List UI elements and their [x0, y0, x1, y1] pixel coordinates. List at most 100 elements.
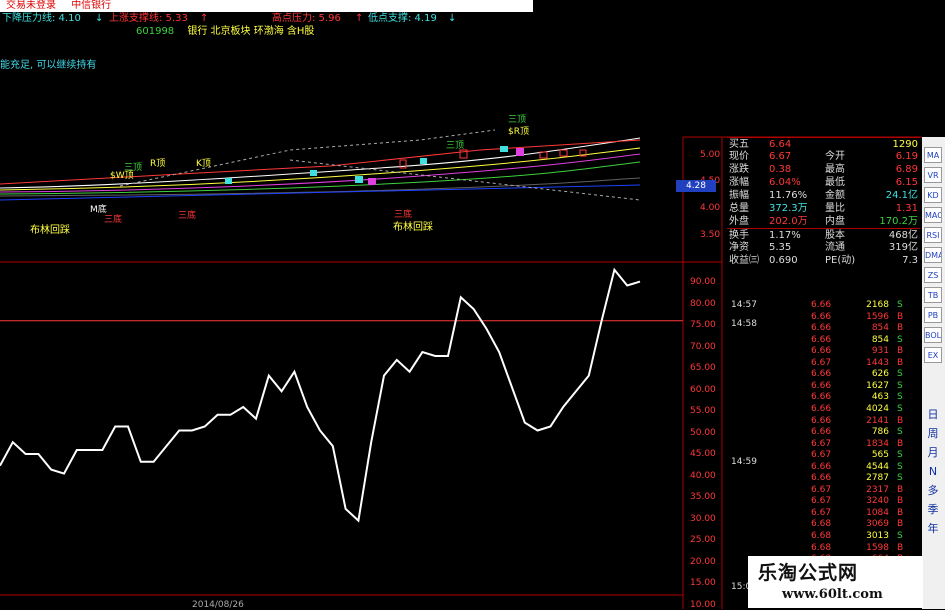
tick-volume: 1627	[866, 380, 889, 391]
tick-side: B	[897, 438, 904, 449]
quote-value: 6.67	[769, 151, 792, 162]
tick-side: S	[897, 473, 903, 484]
tick-price: 6.66	[811, 300, 832, 310]
quote-row: 买五 6.64 1290	[727, 137, 920, 151]
toolbar-button[interactable]: ZS	[924, 267, 942, 283]
period-button[interactable]: 年	[924, 521, 942, 537]
tick-side: B	[897, 357, 904, 368]
osc-axis-label: 60.00	[690, 384, 716, 395]
toolbar-button[interactable]: MACD	[924, 207, 942, 223]
period-button[interactable]: 周	[924, 426, 942, 442]
trend-dotted-line	[119, 129, 496, 187]
period-button[interactable]: N	[924, 464, 942, 480]
quote-row: 振幅 11.76% 金额 24.1亿	[727, 189, 920, 202]
quote-label: 收益㈢	[729, 255, 759, 266]
quote-label: PE(动)	[825, 255, 856, 266]
toolbar-button[interactable]: KD	[924, 187, 942, 203]
tick-price: 6.66	[811, 427, 832, 438]
quote-value: 6.15	[895, 177, 918, 188]
osc-axis-label: 20.00	[690, 556, 716, 567]
tick-side: B	[897, 484, 904, 495]
quote-value: 170.2万	[879, 216, 918, 227]
osc-axis-label: 30.00	[690, 513, 716, 524]
tick-volume: 565	[871, 450, 889, 461]
tick-volume: 931	[871, 346, 889, 357]
tick-side: B	[897, 311, 904, 322]
tick-price: 6.67	[811, 438, 832, 449]
tick-side: B	[897, 542, 904, 553]
toolbar-button[interactable]: BOLL	[924, 327, 942, 343]
watermark-url: www.60lt.com	[782, 587, 883, 602]
tick-volume: 626	[871, 369, 889, 380]
quote-value: 6.19	[895, 151, 918, 162]
tick-side: S	[897, 334, 903, 345]
annotation-bollinger: 布林回踩	[30, 225, 70, 236]
tick-volume: 854	[871, 323, 889, 334]
annotation-three-lows: 三底	[104, 215, 123, 225]
tick-side: B	[897, 519, 904, 530]
candle	[225, 178, 232, 184]
watermark: 乐淘公式网 www.60lt.com	[748, 556, 923, 608]
osc-axis-label: 65.00	[690, 363, 716, 373]
tick-row: 6.66 4024 S	[727, 404, 920, 416]
quote-value: 6.04%	[769, 177, 801, 188]
quote-row: 外盘 202.0万 内盘 170.2万	[727, 215, 920, 228]
toolbar-button[interactable]: TB	[924, 287, 942, 303]
tick-time: 14:58	[731, 319, 757, 329]
osc-axis-label: 25.00	[690, 535, 716, 545]
quote-label: 今开	[825, 151, 845, 162]
osc-axis-label: 55.00	[690, 406, 716, 416]
tick-volume: 1084	[866, 507, 889, 518]
toolbar-button[interactable]: VR	[924, 167, 942, 183]
oscillator-line	[0, 267, 641, 523]
annotation-three-lows: 三底	[394, 210, 413, 220]
quote-value: 7.3	[902, 255, 918, 266]
tick-price: 6.66	[811, 473, 832, 484]
tick-row: 6.67 1834 B	[727, 439, 920, 451]
tick-volume: 4024	[866, 403, 889, 414]
tick-row: 6.66 931 B	[727, 346, 920, 358]
period-button[interactable]: 月	[924, 445, 942, 461]
quote-value: 202.0万	[769, 216, 808, 227]
tick-volume: 2168	[866, 300, 889, 310]
quote-label: 外盘	[729, 216, 749, 227]
price-axis-label: 5.00	[700, 150, 721, 160]
period-button[interactable]: 多	[924, 483, 942, 499]
tick-price: 6.66	[811, 334, 832, 345]
period-button[interactable]: 日	[924, 407, 942, 423]
tick-price: 6.66	[811, 415, 832, 426]
tick-price: 6.67	[811, 507, 832, 518]
tick-row: 6.67 1084 B	[727, 508, 920, 520]
tick-time: 14:59	[731, 457, 757, 467]
period-button[interactable]: 季	[924, 502, 942, 518]
annotation-bollinger: 布林回踩	[393, 222, 433, 233]
watermark-title: 乐淘公式网	[758, 562, 859, 584]
tick-row: 6.68 3069 B	[727, 519, 920, 531]
candle	[500, 146, 508, 152]
quote-label: 最高	[825, 164, 845, 175]
quote-row: 涨幅 6.04% 最低 6.15	[727, 176, 920, 189]
candle	[368, 178, 376, 185]
annotation-k-top: K顶	[196, 159, 211, 169]
toolbar-button[interactable]: RSI	[924, 227, 942, 243]
tick-price: 6.67	[811, 450, 832, 461]
quote-label: 金额	[825, 190, 845, 201]
current-price-tag: 4.28	[676, 180, 716, 192]
toolbar-button[interactable]: PB	[924, 307, 942, 323]
toolbar-button[interactable]: MA	[924, 147, 942, 163]
tick-price: 6.68	[811, 519, 832, 530]
osc-axis-label: 40.00	[690, 470, 716, 481]
quote-label: 流通	[825, 242, 845, 253]
toolbar-button[interactable]: EX	[924, 347, 942, 363]
tick-volume: 4544	[866, 461, 889, 472]
tick-row: 6.66 463 S	[727, 392, 920, 404]
toolbar-button[interactable]: DMA	[924, 247, 942, 263]
quote-value: 5.35	[769, 242, 792, 253]
candle	[539, 151, 548, 159]
tick-row: 6.67 2317 B	[727, 485, 920, 497]
tick-row: 6.66 2787 S	[727, 473, 920, 485]
tick-price: 6.66	[811, 392, 832, 403]
quote-label: 量比	[825, 203, 845, 214]
quote-panel: 买五 6.64 1290 现价 6.67 今开 6.19 涨跌 0.38 最高 6.89 涨幅 6.04…	[727, 137, 920, 609]
tick-side: S	[897, 369, 903, 380]
